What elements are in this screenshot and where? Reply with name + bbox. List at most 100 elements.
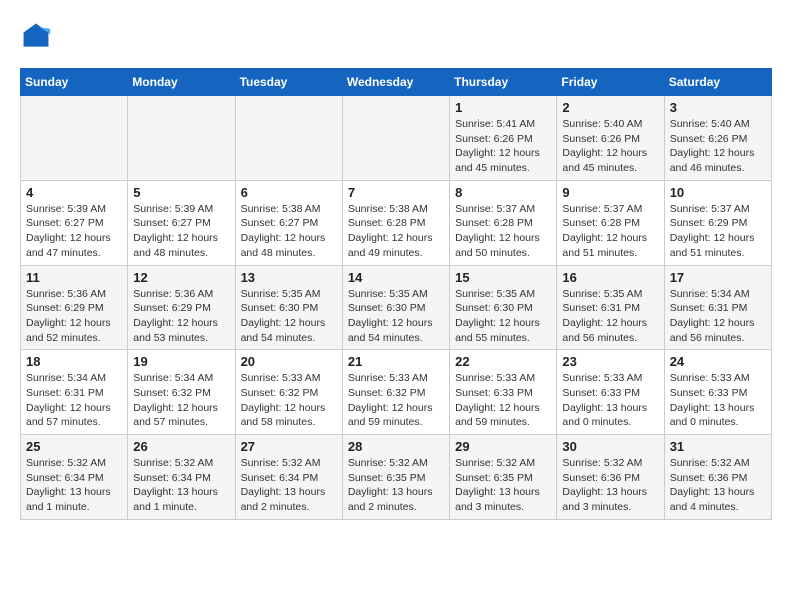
day-cell: 8 Sunrise: 5:37 AM Sunset: 6:28 PM Daylig… (450, 180, 557, 265)
day-cell: 31 Sunrise: 5:32 AM Sunset: 6:36 PM Dayli… (664, 435, 771, 520)
day-number: 12 (133, 270, 229, 285)
logo-icon (20, 20, 52, 52)
day-number: 26 (133, 439, 229, 454)
day-info: Sunrise: 5:35 AM Sunset: 6:30 PM Dayligh… (455, 287, 551, 346)
day-cell: 27Sunrise: 5:32 AM Sunset: 6:34 PM Dayli… (235, 435, 342, 520)
day-number: 21 (348, 354, 444, 369)
day-cell: 2Sunrise: 5:40 AM Sunset: 6:26 PM Daylig… (557, 96, 664, 181)
day-cell: 15Sunrise: 5:35 AM Sunset: 6:30 PM Dayli… (450, 265, 557, 350)
day-info: Sunrise: 5:34 AM Sunset: 6:31 PM Dayligh… (26, 371, 122, 430)
day-number: 11 (26, 270, 122, 285)
day-info: Sunrise: 5:32 AM Sunset: 6:34 PM Dayligh… (133, 456, 229, 515)
logo (20, 20, 58, 52)
day-info: Sunrise: 5:39 AM Sunset: 6:27 PM Dayligh… (26, 202, 122, 261)
header-row: SundayMondayTuesdayWednesdayThursdayFrid… (21, 69, 772, 96)
day-number: 16 (562, 270, 658, 285)
day-cell: 21 Sunrise: 5:33 AM Sunset: 6:32 PM Dayli… (342, 350, 449, 435)
calendar-table: SundayMondayTuesdayWednesdayThursdayFrid… (20, 68, 772, 520)
day-cell: 18 Sunrise: 5:34 AM Sunset: 6:31 PM Dayli… (21, 350, 128, 435)
day-number: 9 (562, 185, 658, 200)
calendar-body: 1Sunrise: 5:41 AM Sunset: 6:26 PM Daylig… (21, 96, 772, 520)
day-number: 8 (455, 185, 551, 200)
day-number: 3 (670, 100, 766, 115)
header-thursday: Thursday (450, 69, 557, 96)
day-info: Sunrise: 5:32 AM Sunset: 6:36 PM Dayligh… (562, 456, 658, 515)
day-info: Sunrise: 5:33 AM Sunset: 6:33 PM Dayligh… (455, 371, 551, 430)
day-info: Sunrise: 5:32 AM Sunset: 6:34 PM Dayligh… (26, 456, 122, 515)
day-info: Sunrise: 5:37 AM Sunset: 6:29 PM Dayligh… (670, 202, 766, 261)
day-cell: 28 Sunrise: 5:32 AM Sunset: 6:35 PM Dayli… (342, 435, 449, 520)
day-cell: 10Sunrise: 5:37 AM Sunset: 6:29 PM Dayli… (664, 180, 771, 265)
day-cell: 23Sunrise: 5:33 AM Sunset: 6:33 PM Dayli… (557, 350, 664, 435)
day-cell: 17Sunrise: 5:34 AM Sunset: 6:31 PM Dayli… (664, 265, 771, 350)
day-cell: 9 Sunrise: 5:37 AM Sunset: 6:28 PM Daylig… (557, 180, 664, 265)
day-number: 31 (670, 439, 766, 454)
day-number: 17 (670, 270, 766, 285)
day-number: 28 (348, 439, 444, 454)
day-cell (128, 96, 235, 181)
day-number: 4 (26, 185, 122, 200)
day-cell: 11 Sunrise: 5:36 AM Sunset: 6:29 PM Dayli… (21, 265, 128, 350)
day-number: 29 (455, 439, 551, 454)
header-saturday: Saturday (664, 69, 771, 96)
day-cell: 16 Sunrise: 5:35 AM Sunset: 6:31 PM Dayli… (557, 265, 664, 350)
day-info: Sunrise: 5:36 AM Sunset: 6:29 PM Dayligh… (26, 287, 122, 346)
week-row-2: 11 Sunrise: 5:36 AM Sunset: 6:29 PM Dayli… (21, 265, 772, 350)
day-info: Sunrise: 5:35 AM Sunset: 6:31 PM Dayligh… (562, 287, 658, 346)
day-number: 22 (455, 354, 551, 369)
day-cell: 24Sunrise: 5:33 AM Sunset: 6:33 PM Dayli… (664, 350, 771, 435)
header-friday: Friday (557, 69, 664, 96)
week-row-1: 4 Sunrise: 5:39 AM Sunset: 6:27 PM Daylig… (21, 180, 772, 265)
day-cell: 14 Sunrise: 5:35 AM Sunset: 6:30 PM Dayli… (342, 265, 449, 350)
day-number: 30 (562, 439, 658, 454)
day-number: 25 (26, 439, 122, 454)
day-cell: 20 Sunrise: 5:33 AM Sunset: 6:32 PM Dayli… (235, 350, 342, 435)
day-info: Sunrise: 5:38 AM Sunset: 6:27 PM Dayligh… (241, 202, 337, 261)
day-info: Sunrise: 5:37 AM Sunset: 6:28 PM Dayligh… (455, 202, 551, 261)
day-cell: 22 Sunrise: 5:33 AM Sunset: 6:33 PM Dayli… (450, 350, 557, 435)
calendar-header: SundayMondayTuesdayWednesdayThursdayFrid… (21, 69, 772, 96)
day-info: Sunrise: 5:39 AM Sunset: 6:27 PM Dayligh… (133, 202, 229, 261)
day-info: Sunrise: 5:38 AM Sunset: 6:28 PM Dayligh… (348, 202, 444, 261)
day-info: Sunrise: 5:37 AM Sunset: 6:28 PM Dayligh… (562, 202, 658, 261)
day-cell: 6 Sunrise: 5:38 AM Sunset: 6:27 PM Daylig… (235, 180, 342, 265)
day-info: Sunrise: 5:41 AM Sunset: 6:26 PM Dayligh… (455, 117, 551, 176)
day-info: Sunrise: 5:40 AM Sunset: 6:26 PM Dayligh… (562, 117, 658, 176)
day-number: 27 (241, 439, 337, 454)
week-row-0: 1Sunrise: 5:41 AM Sunset: 6:26 PM Daylig… (21, 96, 772, 181)
day-cell: 29Sunrise: 5:32 AM Sunset: 6:35 PM Dayli… (450, 435, 557, 520)
day-number: 13 (241, 270, 337, 285)
day-info: Sunrise: 5:40 AM Sunset: 6:26 PM Dayligh… (670, 117, 766, 176)
day-info: Sunrise: 5:33 AM Sunset: 6:32 PM Dayligh… (348, 371, 444, 430)
day-info: Sunrise: 5:34 AM Sunset: 6:32 PM Dayligh… (133, 371, 229, 430)
week-row-3: 18 Sunrise: 5:34 AM Sunset: 6:31 PM Dayli… (21, 350, 772, 435)
day-cell: 3 Sunrise: 5:40 AM Sunset: 6:26 PM Daylig… (664, 96, 771, 181)
day-cell (342, 96, 449, 181)
day-cell: 30 Sunrise: 5:32 AM Sunset: 6:36 PM Dayli… (557, 435, 664, 520)
day-cell: 7 Sunrise: 5:38 AM Sunset: 6:28 PM Daylig… (342, 180, 449, 265)
day-cell (235, 96, 342, 181)
header-monday: Monday (128, 69, 235, 96)
day-number: 14 (348, 270, 444, 285)
day-cell (21, 96, 128, 181)
day-number: 20 (241, 354, 337, 369)
header-tuesday: Tuesday (235, 69, 342, 96)
day-number: 24 (670, 354, 766, 369)
day-cell: 4 Sunrise: 5:39 AM Sunset: 6:27 PM Daylig… (21, 180, 128, 265)
day-cell: 5Sunrise: 5:39 AM Sunset: 6:27 PM Daylig… (128, 180, 235, 265)
day-info: Sunrise: 5:36 AM Sunset: 6:29 PM Dayligh… (133, 287, 229, 346)
day-number: 19 (133, 354, 229, 369)
day-info: Sunrise: 5:35 AM Sunset: 6:30 PM Dayligh… (241, 287, 337, 346)
day-number: 7 (348, 185, 444, 200)
day-number: 23 (562, 354, 658, 369)
day-number: 6 (241, 185, 337, 200)
header-sunday: Sunday (21, 69, 128, 96)
day-cell: 13 Sunrise: 5:35 AM Sunset: 6:30 PM Dayli… (235, 265, 342, 350)
day-number: 18 (26, 354, 122, 369)
day-info: Sunrise: 5:32 AM Sunset: 6:36 PM Dayligh… (670, 456, 766, 515)
week-row-4: 25 Sunrise: 5:32 AM Sunset: 6:34 PM Dayli… (21, 435, 772, 520)
day-info: Sunrise: 5:32 AM Sunset: 6:35 PM Dayligh… (348, 456, 444, 515)
day-cell: 12 Sunrise: 5:36 AM Sunset: 6:29 PM Dayli… (128, 265, 235, 350)
day-info: Sunrise: 5:35 AM Sunset: 6:30 PM Dayligh… (348, 287, 444, 346)
day-info: Sunrise: 5:33 AM Sunset: 6:32 PM Dayligh… (241, 371, 337, 430)
